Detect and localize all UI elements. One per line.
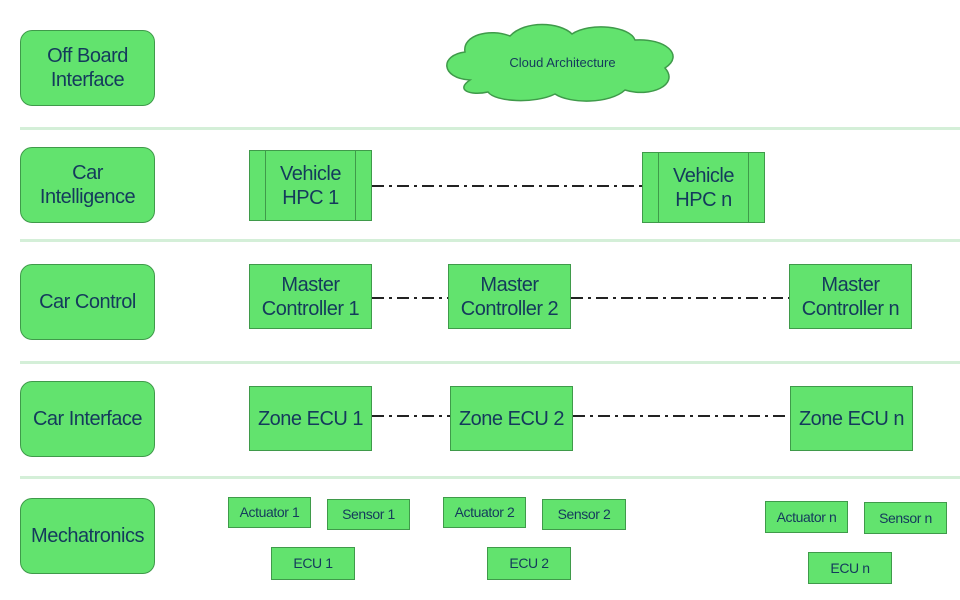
zone-ecu-n: Zone ECU n — [790, 386, 913, 451]
vehicle-hpc-n: Vehicle HPC n — [642, 152, 765, 223]
actuator-2: Actuator 2 — [443, 497, 526, 528]
sensor-n: Sensor n — [864, 502, 947, 534]
cloud-architecture-label: Cloud Architecture — [509, 55, 616, 70]
zone-ecu-1: Zone ECU 1 — [249, 386, 372, 451]
vehicle-hpc-n-label: Vehicle HPC n — [673, 164, 735, 211]
actuator-n: Actuator n — [765, 501, 848, 533]
hpc-side-bar — [265, 151, 266, 220]
hpc-side-bar — [748, 153, 749, 222]
ecu-1: ECU 1 — [271, 547, 355, 580]
ecu-n: ECU n — [808, 552, 892, 584]
master-controller-2: Master Controller 2 — [448, 264, 571, 329]
sensor-2: Sensor 2 — [542, 499, 626, 530]
vehicle-hpc-1-label: Vehicle HPC 1 — [280, 162, 342, 209]
sensor-1: Sensor 1 — [327, 499, 410, 530]
master-controller-n: Master Controller n — [789, 264, 912, 329]
hpc-side-bar — [658, 153, 659, 222]
hpc-side-bar — [355, 151, 356, 220]
zone-ecu-2: Zone ECU 2 — [450, 386, 573, 451]
master-controller-1: Master Controller 1 — [249, 264, 372, 329]
ecu-2: ECU 2 — [487, 547, 571, 580]
vehicle-hpc-1: Vehicle HPC 1 — [249, 150, 372, 221]
actuator-1: Actuator 1 — [228, 497, 311, 528]
